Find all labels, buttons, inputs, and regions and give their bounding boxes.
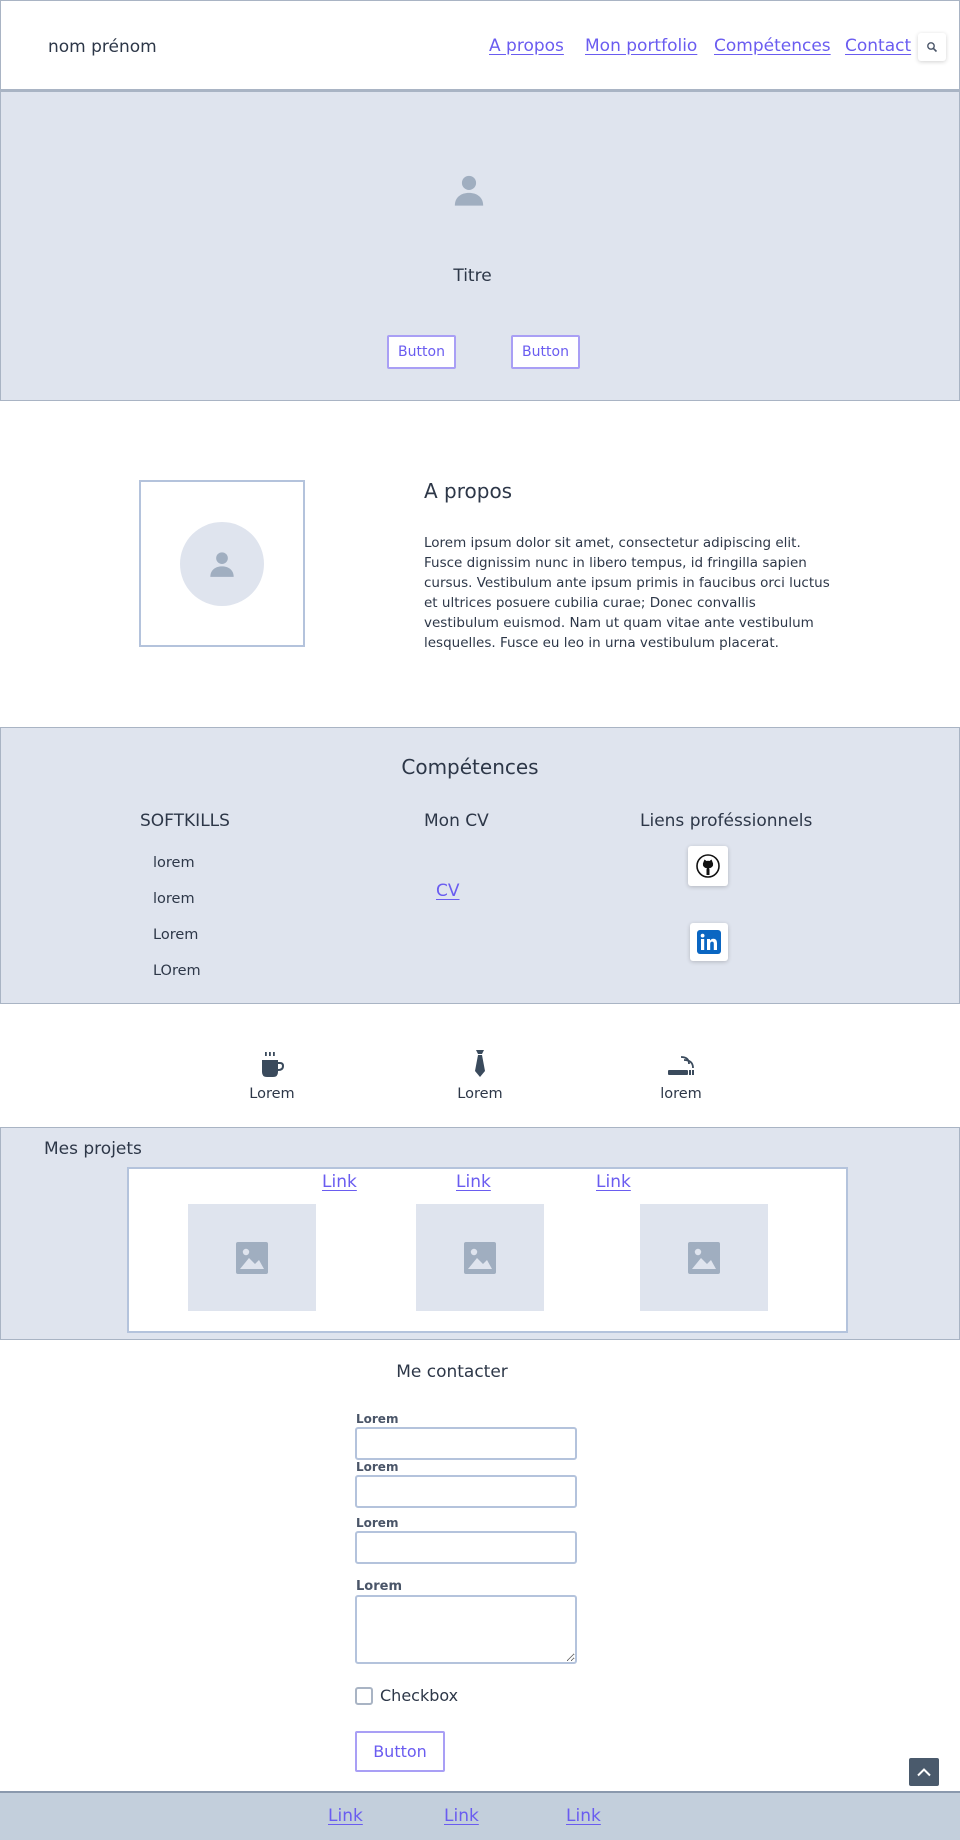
linkedin-button[interactable] [690, 923, 728, 961]
interest-item: Lorem [420, 1046, 540, 1102]
submit-button[interactable]: Button [355, 1731, 445, 1772]
project-image-2[interactable] [416, 1204, 544, 1311]
contact-title: Me contacter [396, 1362, 508, 1382]
back-to-top-button[interactable] [909, 1758, 939, 1786]
project-link-2[interactable]: Link [456, 1172, 491, 1192]
field-label: Lorem [356, 1516, 399, 1530]
site-header: nom prénom A propos Mon portfolio Compét… [0, 0, 960, 91]
field-label: Lorem [356, 1460, 399, 1474]
interest-item: Lorem [212, 1046, 332, 1102]
contact-field-3[interactable] [355, 1531, 577, 1564]
user-icon [210, 552, 234, 577]
skills-title: Compétences [401, 755, 539, 779]
coffee-icon [262, 1052, 284, 1077]
hero-button-2[interactable]: Button [511, 335, 580, 369]
softskill-item: LOrem [153, 963, 201, 979]
nav-link-contact[interactable]: Contact [845, 36, 911, 56]
textarea-label: Lorem [356, 1579, 402, 1594]
softskills-heading: SOFTKILLS [140, 811, 230, 831]
interest-label: lorem [660, 1086, 702, 1102]
contact-field-2[interactable] [355, 1475, 577, 1508]
cv-heading: Mon CV [424, 811, 489, 831]
user-icon [452, 173, 486, 211]
footer-link-3[interactable]: Link [566, 1806, 601, 1826]
links-heading: Liens proféssionnels [640, 811, 813, 831]
projects-title: Mes projets [44, 1139, 142, 1159]
hero-section [0, 91, 960, 401]
github-button[interactable] [688, 846, 728, 886]
softskill-item: lorem [153, 855, 195, 871]
project-image-3[interactable] [640, 1204, 768, 1311]
checkbox-label[interactable]: Checkbox [380, 1686, 458, 1705]
search-button[interactable] [918, 33, 946, 61]
footer-link-1[interactable]: Link [328, 1806, 363, 1826]
interest-item: lorem [621, 1046, 741, 1102]
smoking-icon [668, 1056, 694, 1075]
hero-title: Titre [453, 266, 492, 286]
chevron-up-icon [917, 1768, 931, 1777]
softskill-item: lorem [153, 891, 195, 907]
avatar [180, 522, 264, 606]
about-title: A propos [424, 479, 513, 503]
softskill-item: Lorem [153, 927, 199, 943]
brand-name[interactable]: nom prénom [48, 37, 157, 57]
nav-link-about[interactable]: A propos [489, 36, 564, 56]
image-icon [688, 1241, 720, 1274]
site-footer: Link Link Link [0, 1791, 960, 1840]
field-label: Lorem [356, 1412, 399, 1426]
cv-link[interactable]: CV [436, 881, 460, 901]
image-icon [464, 1241, 496, 1274]
interest-label: Lorem [249, 1086, 295, 1102]
nav-link-skills[interactable]: Compétences [714, 36, 831, 56]
interest-label: Lorem [457, 1086, 503, 1102]
project-link-1[interactable]: Link [322, 1172, 357, 1192]
contact-message[interactable] [355, 1595, 577, 1664]
hero-button-1[interactable]: Button [387, 335, 456, 369]
contact-field-1[interactable] [355, 1427, 577, 1460]
search-icon [927, 42, 938, 53]
contact-checkbox[interactable] [355, 1687, 373, 1705]
footer-link-2[interactable]: Link [444, 1806, 479, 1826]
project-link-3[interactable]: Link [596, 1172, 631, 1192]
about-text: Lorem ipsum dolor sit amet, consectetur … [424, 535, 830, 651]
image-icon [236, 1241, 268, 1274]
tie-icon [475, 1050, 485, 1077]
github-icon [696, 854, 720, 878]
linkedin-icon [697, 930, 721, 954]
project-image-1[interactable] [188, 1204, 316, 1311]
nav-link-portfolio[interactable]: Mon portfolio [585, 36, 697, 56]
